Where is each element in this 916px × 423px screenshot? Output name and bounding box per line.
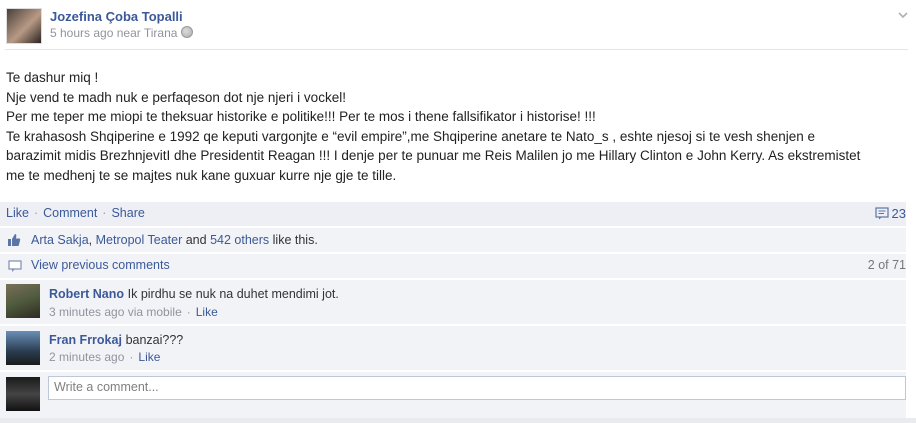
- comment-content: Fran Frrokaj banzai???: [49, 332, 183, 347]
- likes-comma: ,: [88, 233, 96, 247]
- commenter-avatar[interactable]: [6, 284, 40, 318]
- comment-meta: 2 minutes ago · Like: [49, 350, 160, 364]
- post-body: Te dashur miq ! Nje vend te madh nuk e p…: [6, 68, 886, 185]
- comment-count-value: 23: [891, 206, 906, 221]
- comment-like-link[interactable]: Like: [138, 350, 160, 364]
- comment-meta: 3 minutes ago via mobile · Like: [49, 305, 218, 319]
- view-previous-comments-link[interactable]: View previous comments: [31, 258, 170, 272]
- separator: ·: [102, 206, 107, 220]
- separator: ·: [33, 206, 39, 220]
- likes-summary: Arta Sakja, Metropol Teater and 542 othe…: [31, 233, 318, 247]
- comment-time[interactable]: 2 minutes ago: [49, 350, 124, 364]
- comment-input[interactable]: [49, 377, 899, 397]
- liker-link[interactable]: Metropol Teater: [96, 233, 183, 247]
- comment-time[interactable]: 3 minutes ago via mobile: [49, 305, 182, 319]
- likes-others-link[interactable]: 542 others: [210, 233, 269, 247]
- post-line: barazimit midis BrezhnjevitI dhe Preside…: [6, 148, 861, 163]
- commenter-avatar[interactable]: [6, 331, 40, 365]
- comment-like-link[interactable]: Like: [196, 305, 218, 319]
- share-link[interactable]: Share: [111, 206, 144, 220]
- comment-content: Robert Nano Ik pirdhu se nuk na duhet me…: [49, 286, 339, 301]
- comment-input-wrapper[interactable]: [48, 376, 906, 400]
- post-line: me te medhenj te se majtes nuk kane guxu…: [6, 167, 397, 183]
- divider: [5, 49, 908, 50]
- globe-icon: [181, 26, 194, 38]
- author-avatar[interactable]: [6, 8, 42, 44]
- separator: ·: [129, 350, 134, 364]
- bottom-border: [0, 418, 916, 423]
- post-line: Per me teper me miopi te theksuar histor…: [6, 109, 596, 124]
- comment-count[interactable]: 23: [874, 206, 906, 221]
- post-line: Nje vend te madh nuk e perfaqeson dot nj…: [6, 89, 346, 105]
- likes-suffix: like this.: [272, 233, 318, 247]
- commenter-name[interactable]: Robert Nano: [49, 287, 124, 301]
- like-link[interactable]: Like: [6, 206, 29, 220]
- commenter-name[interactable]: Fran Frrokaj: [49, 333, 122, 347]
- post-meta: 5 hours ago near Tirana: [50, 26, 194, 40]
- comments-paging: 2 of 71: [867, 258, 906, 272]
- liker-link[interactable]: Arta Sakja: [31, 233, 89, 247]
- post-line: Te krahasosh Shqiperine e 1992 qe keputi…: [6, 128, 815, 144]
- comment-bubble-icon: [8, 260, 22, 273]
- likes-and: and: [185, 233, 207, 247]
- comment-text: Ik pirdhu se nuk na duhet mendimi jot.: [127, 287, 339, 301]
- comment-text: banzai???: [125, 333, 184, 347]
- post-line: Te dashur miq !: [6, 70, 99, 85]
- post-timestamp[interactable]: 5 hours ago near Tirana: [50, 26, 177, 40]
- post-author-name[interactable]: Jozefina Çoba Topalli: [50, 9, 183, 24]
- post-actions: Like · Comment · Share: [6, 206, 145, 220]
- separator: ·: [186, 305, 191, 319]
- thumbs-up-icon: [7, 233, 21, 247]
- comment-count-icon: [874, 207, 889, 220]
- viewer-avatar: [6, 377, 40, 411]
- comment-link[interactable]: Comment: [43, 206, 97, 220]
- chevron-down-icon[interactable]: [898, 8, 908, 19]
